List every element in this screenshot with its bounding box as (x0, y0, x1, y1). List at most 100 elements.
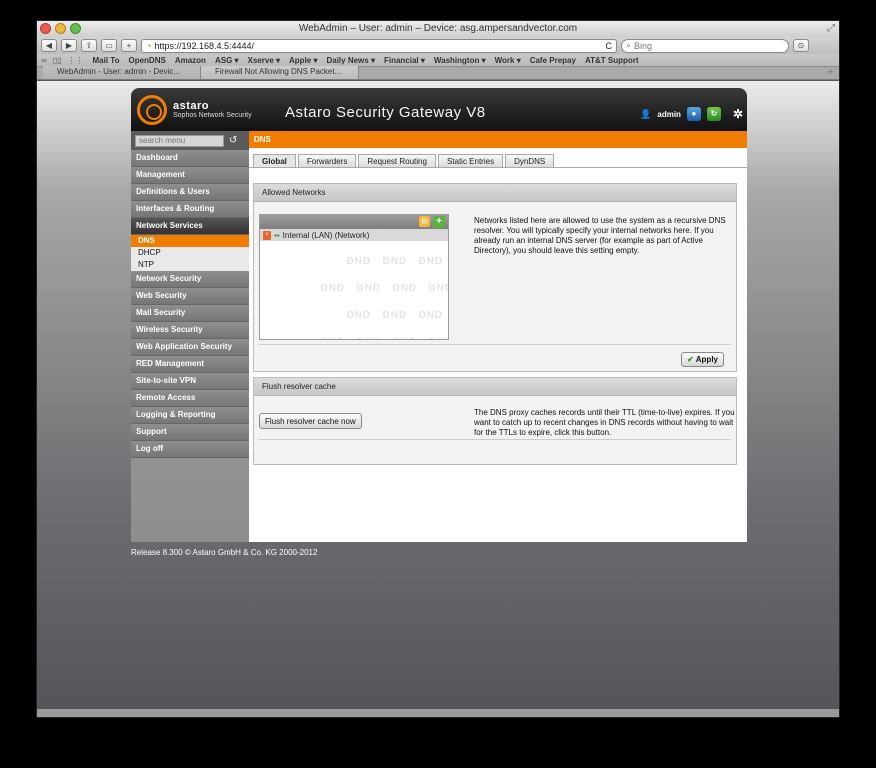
astaro-logo-icon (137, 95, 167, 125)
sidebar-subitem-dhcp[interactable]: DHCP (131, 247, 249, 259)
list-toolbar: ▤ + (260, 215, 448, 229)
check-icon: ✔ (687, 355, 694, 364)
divider (259, 344, 731, 345)
tab-dyndns[interactable]: DynDNS (505, 154, 555, 167)
dnd-watermark-line: DND DND DND DND (320, 337, 448, 340)
allowed-networks-help: Networks listed here are allowed to use … (474, 216, 726, 255)
sidebar-item-interfaces-routing[interactable]: Interfaces & Routing (131, 201, 249, 218)
tab-request-routing[interactable]: Request Routing (358, 154, 436, 167)
bookmark-item[interactable]: ASG ▾ (215, 56, 239, 65)
sidebar-item-log-off[interactable]: Log off (131, 441, 249, 458)
page-loading-icon: ◔ (146, 40, 152, 51)
sidebar-item-dashboard[interactable]: Dashboard (131, 150, 249, 167)
sidebar-subitem-dns[interactable]: DNS (131, 235, 249, 247)
footer-release: Release 8.300 © Astaro GmbH & Co. KG 200… (131, 548, 318, 557)
breadcrumb: DNS (249, 131, 747, 148)
bookmark-item[interactable]: Apple ▾ (289, 56, 317, 65)
panel-title: Flush resolver cache (254, 378, 736, 396)
reload-icon[interactable]: C (606, 41, 613, 51)
allowed-networks-list[interactable]: ▤ + × ▪▪ Internal (LAN) (Network) DND DN… (259, 214, 449, 340)
bookmark-item[interactable]: Washington ▾ (434, 56, 486, 65)
apply-button[interactable]: ✔ Apply (681, 352, 724, 367)
search-icon: ⌕ (626, 40, 632, 50)
new-tab-icon[interactable]: + (828, 67, 833, 77)
sidebar-item-logging-reporting[interactable]: Logging & Reporting (131, 407, 249, 424)
zoom-window-button[interactable] (70, 23, 81, 34)
sidebar: ↺ Dashboard Management Definitions & Use… (131, 131, 249, 542)
browser-tab-webadmin[interactable]: WebAdmin - User: admin - Devic... (43, 66, 201, 79)
browser-tab-firewall[interactable]: Firewall Not Allowing DNS Packet... (201, 66, 359, 79)
sidebar-item-web-security[interactable]: Web Security (131, 288, 249, 305)
add-network-icon[interactable]: + (433, 216, 445, 228)
back-button[interactable]: ◀ (41, 39, 57, 52)
dnd-watermark-line: DND DND DND (346, 255, 444, 267)
sidebar-item-remote-access[interactable]: Remote Access (131, 390, 249, 407)
bookmark-item[interactable]: Xserve ▾ (248, 56, 280, 65)
fullscreen-icon[interactable]: ⤢ (827, 21, 835, 37)
sidebar-item-support[interactable]: Support (131, 424, 249, 441)
sidebar-item-wireless-security[interactable]: Wireless Security (131, 322, 249, 339)
add-bookmark-button[interactable]: + (121, 39, 137, 52)
bookmark-item[interactable]: Daily News ▾ (326, 56, 374, 65)
dns-tabs: Global Forwarders Request Routing Static… (249, 154, 747, 168)
apply-label: Apply (695, 355, 718, 364)
bookmark-item[interactable]: Mail To (93, 56, 120, 65)
list-item[interactable]: × ▪▪ Internal (LAN) (Network) (260, 229, 448, 241)
dnd-watermark-line: DND DND DND DND (320, 282, 448, 294)
dnd-watermark-line: DND DND DND (346, 309, 444, 321)
refresh-icon[interactable]: ↻ (706, 107, 721, 121)
reset-search-icon[interactable]: ↺ (229, 135, 237, 146)
brand-subtitle: Sophos Network Security (173, 112, 252, 119)
webadmin-app: astaro Sophos Network Security Astaro Se… (131, 88, 747, 542)
drop-zone-watermark: DND DND DND DND DND DND DND DND DND DND … (260, 241, 448, 340)
busy-spinner-icon: ✲ (732, 107, 743, 121)
main-content: DNS Global Forwarders Request Routing St… (249, 131, 747, 542)
product-title: Astaro Security Gateway V8 (285, 104, 486, 121)
folder-icon[interactable]: ▤ (419, 216, 430, 227)
minimize-window-button[interactable] (55, 23, 66, 34)
sidebar-item-network-security[interactable]: Network Security (131, 271, 249, 288)
network-name: Internal (LAN) (Network) (282, 230, 370, 240)
help-globe-icon[interactable]: ● (686, 107, 701, 121)
flush-cache-help: The DNS proxy caches records until their… (474, 408, 735, 437)
bookmark-item[interactable]: OpenDNS (128, 56, 165, 65)
sidebar-item-web-application-security[interactable]: Web Application Security (131, 339, 249, 356)
panel-title: Allowed Networks (254, 184, 736, 202)
search-menu-input[interactable] (135, 134, 224, 147)
brand-name: astaro (173, 100, 210, 112)
bookmark-item[interactable]: Cafe Prepay (530, 56, 576, 65)
browser-tabs: WebAdmin - User: admin - Devic... Firewa… (37, 66, 839, 80)
allowed-networks-panel: Allowed Networks ▤ + × ▪▪ Internal (LAN)… (253, 183, 737, 372)
bookmark-item[interactable]: Amazon (175, 56, 206, 65)
sidebar-item-red-management[interactable]: RED Management (131, 356, 249, 373)
network-icon: ▪▪ (274, 230, 280, 240)
reading-list-icon[interactable]: ∞ (41, 56, 47, 65)
bookmarks-book-icon[interactable]: ▯▯ (53, 56, 62, 65)
top-sites-grid-icon[interactable]: ⋮⋮ (68, 56, 84, 65)
trash-icon[interactable]: × (263, 230, 271, 240)
sidebar-item-definitions-users[interactable]: Definitions & Users (131, 184, 249, 201)
sidebar-item-network-services[interactable]: Network Services (131, 218, 249, 235)
bookmark-item[interactable]: Financial ▾ (384, 56, 425, 65)
tab-static-entries[interactable]: Static Entries (437, 154, 504, 167)
sidebar-item-site-to-site-vpn[interactable]: Site-to-site VPN (131, 373, 249, 390)
close-window-button[interactable] (40, 23, 51, 34)
address-bar[interactable]: ◔ https://192.168.4.5:4444/ C (141, 38, 617, 53)
bookmark-item[interactable]: AT&T Support (585, 56, 639, 65)
window-title: WebAdmin – User: admin – Device: asg.amp… (298, 23, 578, 34)
forward-button[interactable]: ▶ (61, 39, 77, 52)
flush-cache-button[interactable]: Flush resolver cache now (259, 413, 362, 429)
sidebar-subitem-ntp[interactable]: NTP (131, 259, 249, 271)
browser-toolbar: ◀ ▶ ⇪ ▭ + ◔ https://192.168.4.5:4444/ C … (37, 37, 839, 54)
search-field[interactable]: ⌕ Bing (621, 38, 789, 53)
user-area: 👤 admin ● ↻ ✲ (640, 107, 743, 121)
user-icon: 👤 (640, 108, 652, 119)
sidebar-item-management[interactable]: Management (131, 167, 249, 184)
tab-forwarders[interactable]: Forwarders (297, 154, 357, 167)
downloads-button[interactable]: ⊙ (793, 39, 809, 52)
share-button[interactable]: ⇪ (81, 39, 97, 52)
sidebar-item-mail-security[interactable]: Mail Security (131, 305, 249, 322)
reader-button[interactable]: ▭ (101, 39, 117, 52)
bookmark-item[interactable]: Work ▾ (495, 56, 521, 65)
tab-global[interactable]: Global (253, 154, 296, 167)
